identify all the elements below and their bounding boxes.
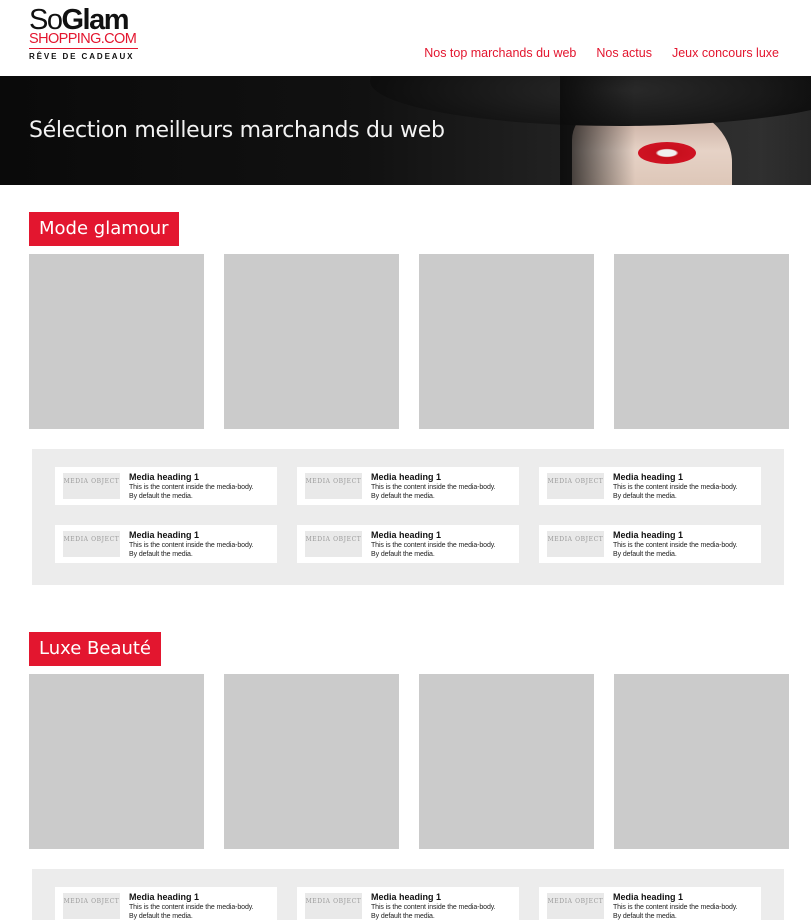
media-text: By default the media. <box>613 551 677 558</box>
media-object-thumb: MEDIA OBJECT <box>305 531 362 557</box>
banner-title: Sélection meilleurs marchands du web <box>29 118 445 143</box>
nav-link-actus[interactable]: Nos actus <box>596 46 652 60</box>
media-body: Media heading 1 This is the content insi… <box>371 472 496 501</box>
media-heading: Media heading 1 <box>129 472 200 482</box>
merchant-tile[interactable] <box>419 254 594 429</box>
media-text: By default the media. <box>613 493 677 500</box>
media-heading: Media heading 1 <box>371 530 442 540</box>
media-body: Media heading 1 This is the content insi… <box>129 472 254 501</box>
media-object-card[interactable]: MEDIA OBJECT Media heading 1 This is the… <box>297 887 519 920</box>
media-heading: Media heading 1 <box>371 892 442 902</box>
media-text: This is the content inside the media-bod… <box>371 542 496 549</box>
media-body: Media heading 1 This is the content insi… <box>613 530 738 559</box>
media-body: Media heading 1 This is the content insi… <box>129 892 254 920</box>
hero-banner: Sélection meilleurs marchands du web <box>0 76 811 185</box>
media-body: Media heading 1 This is the content insi… <box>613 472 738 501</box>
media-body: Media heading 1 This is the content insi… <box>371 530 496 559</box>
media-text: This is the content inside the media-bod… <box>129 542 254 549</box>
media-body: Media heading 1 This is the content insi… <box>129 530 254 559</box>
media-object-card[interactable]: MEDIA OBJECT Media heading 1 This is the… <box>297 467 519 505</box>
merchant-tile[interactable] <box>224 254 399 429</box>
logo-shopping-text: SHOPPING.COM <box>29 31 137 47</box>
media-object-thumb: MEDIA OBJECT <box>547 473 604 499</box>
media-text: By default the media. <box>613 913 677 920</box>
site-logo[interactable]: SoGlam SHOPPING.COM RÊVE DE CADEAUX <box>29 5 141 63</box>
main-nav: Nos top marchands du web Nos actus Jeux … <box>424 46 779 60</box>
logo-tagline: RÊVE DE CADEAUX <box>29 52 135 61</box>
media-text: By default the media. <box>129 913 193 920</box>
media-grid: MEDIA OBJECT Media heading 1 This is the… <box>55 467 761 563</box>
media-text: By default the media. <box>371 551 435 558</box>
media-text: This is the content inside the media-bod… <box>129 484 254 491</box>
media-text: By default the media. <box>371 913 435 920</box>
media-object-thumb: MEDIA OBJECT <box>547 893 604 919</box>
media-text: By default the media. <box>129 551 193 558</box>
section-title-luxe-beaute: Luxe Beauté <box>29 632 162 666</box>
section-title-mode-glamour: Mode glamour <box>29 212 179 246</box>
media-object-thumb: MEDIA OBJECT <box>63 473 120 499</box>
media-heading: Media heading 1 <box>613 530 684 540</box>
media-heading: Media heading 1 <box>371 472 442 482</box>
nav-link-jeux-concours[interactable]: Jeux concours luxe <box>672 46 779 60</box>
merchant-tile[interactable] <box>29 674 204 849</box>
media-text: By default the media. <box>371 493 435 500</box>
logo-divider <box>29 48 138 49</box>
media-heading: Media heading 1 <box>613 892 684 902</box>
media-object-thumb: MEDIA OBJECT <box>63 531 120 557</box>
media-heading: Media heading 1 <box>613 472 684 482</box>
media-panel-luxe-beaute: MEDIA OBJECT Media heading 1 This is the… <box>32 869 784 920</box>
merchant-tile[interactable] <box>614 674 789 849</box>
media-heading: Media heading 1 <box>129 892 200 902</box>
media-object-card[interactable]: MEDIA OBJECT Media heading 1 This is the… <box>297 525 519 563</box>
media-object-card[interactable]: MEDIA OBJECT Media heading 1 This is the… <box>539 525 761 563</box>
merchant-tile[interactable] <box>29 254 204 429</box>
banner-shade <box>560 76 811 185</box>
media-text: This is the content inside the media-bod… <box>371 484 496 491</box>
site-header: SoGlam SHOPPING.COM RÊVE DE CADEAUX Nos … <box>0 0 811 76</box>
media-text: This is the content inside the media-bod… <box>613 904 738 911</box>
nav-link-top-marchands[interactable]: Nos top marchands du web <box>424 46 576 60</box>
media-object-card[interactable]: MEDIA OBJECT Media heading 1 This is the… <box>55 887 277 920</box>
merchant-tile[interactable] <box>614 254 789 429</box>
media-object-thumb: MEDIA OBJECT <box>547 531 604 557</box>
media-object-card[interactable]: MEDIA OBJECT Media heading 1 This is the… <box>539 887 761 920</box>
media-object-thumb: MEDIA OBJECT <box>305 893 362 919</box>
media-text: This is the content inside the media-bod… <box>613 484 738 491</box>
media-text: By default the media. <box>129 493 193 500</box>
media-text: This is the content inside the media-bod… <box>371 904 496 911</box>
media-object-card[interactable]: MEDIA OBJECT Media heading 1 This is the… <box>55 467 277 505</box>
media-object-card[interactable]: MEDIA OBJECT Media heading 1 This is the… <box>55 525 277 563</box>
merchant-tile[interactable] <box>224 674 399 849</box>
media-object-card[interactable]: MEDIA OBJECT Media heading 1 This is the… <box>539 467 761 505</box>
media-body: Media heading 1 This is the content insi… <box>613 892 738 920</box>
media-panel-mode-glamour: MEDIA OBJECT Media heading 1 This is the… <box>32 449 784 585</box>
merchant-tile[interactable] <box>419 674 594 849</box>
media-object-thumb: MEDIA OBJECT <box>63 893 120 919</box>
merchant-tiles-luxe-beaute <box>29 674 789 849</box>
media-heading: Media heading 1 <box>129 530 200 540</box>
media-grid: MEDIA OBJECT Media heading 1 This is the… <box>55 887 761 920</box>
media-text: This is the content inside the media-bod… <box>613 542 738 549</box>
media-body: Media heading 1 This is the content insi… <box>371 892 496 920</box>
media-text: This is the content inside the media-bod… <box>129 904 254 911</box>
media-object-thumb: MEDIA OBJECT <box>305 473 362 499</box>
merchant-tiles-mode-glamour <box>29 254 789 429</box>
